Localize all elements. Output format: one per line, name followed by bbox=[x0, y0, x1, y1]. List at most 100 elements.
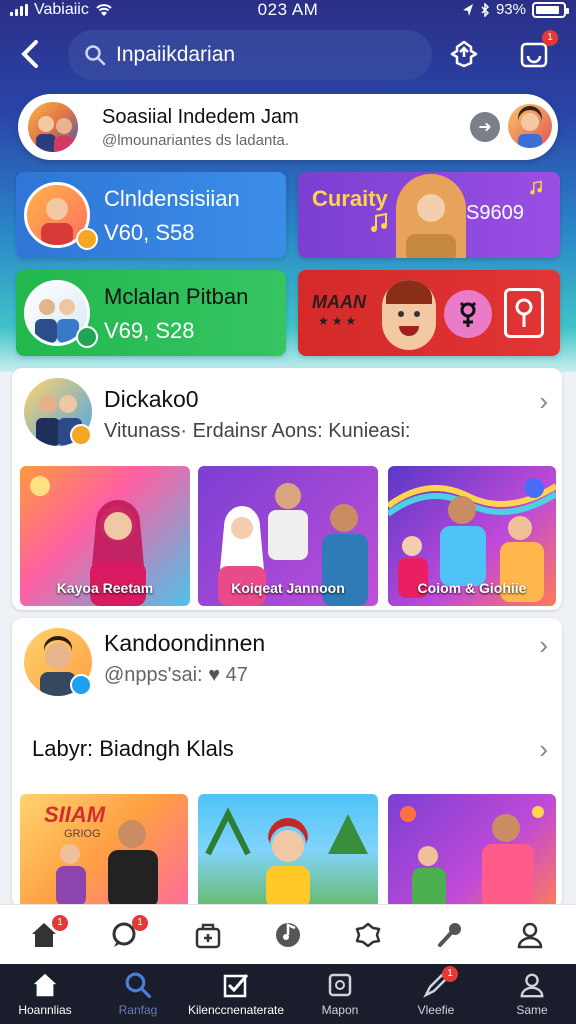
tab-search[interactable]: Ranfag bbox=[88, 970, 188, 1022]
microphone-icon bbox=[438, 923, 461, 947]
music-note-icon bbox=[530, 180, 542, 195]
video-thumbnail[interactable]: Coiom & Giohiie bbox=[388, 466, 556, 606]
share-icon bbox=[450, 40, 478, 68]
battery-percent: 93% bbox=[495, 1, 526, 18]
chevron-right-icon[interactable]: › bbox=[539, 734, 548, 765]
card-title: Dickako0 bbox=[104, 386, 199, 412]
person-image bbox=[382, 280, 436, 350]
notifications-button[interactable]: 1 bbox=[514, 30, 558, 74]
video-thumbnail[interactable] bbox=[198, 794, 378, 908]
thumbnail-subtitle: GRIOG bbox=[64, 828, 101, 840]
music-disc-icon bbox=[276, 923, 300, 947]
map-icon bbox=[328, 973, 352, 997]
content-card[interactable]: Kandoondinnen @npps'sai: ♥ 47 › Labyr: B… bbox=[12, 618, 562, 908]
badge-icon bbox=[76, 326, 98, 348]
back-button[interactable] bbox=[18, 36, 48, 72]
action-bar: 1 1 bbox=[0, 904, 576, 964]
tab-label: Vleefie bbox=[417, 1003, 455, 1017]
video-thumbnail[interactable]: SIIAM GRIOG bbox=[20, 794, 188, 908]
pill-title: Soasiial Indedem Jam bbox=[102, 106, 299, 128]
tab-label: Kilenccnenaterate bbox=[187, 1003, 285, 1017]
chevron-right-icon[interactable]: › bbox=[539, 386, 548, 417]
home-icon bbox=[33, 973, 57, 997]
mic-action-button[interactable] bbox=[432, 917, 468, 953]
search-icon bbox=[85, 45, 106, 66]
music-note-icon bbox=[371, 212, 387, 232]
female-symbol-icon[interactable] bbox=[504, 288, 544, 338]
thumbnail-label: Koiqeat Jannoon bbox=[231, 580, 345, 596]
card-subtitle: Vitunass· Erdainsr Aons: Kunieasi: bbox=[104, 420, 411, 442]
video-thumbnail[interactable]: Kayoa Reetam bbox=[20, 466, 190, 606]
person-image bbox=[396, 174, 466, 258]
badge-icon bbox=[76, 228, 98, 250]
bluetooth-icon bbox=[481, 2, 490, 17]
profile-action-button[interactable] bbox=[512, 917, 548, 953]
verified-icon bbox=[70, 674, 92, 696]
tab-label: Ranfag bbox=[118, 1003, 158, 1017]
section-title: Labyr: Biadngh Klals bbox=[32, 736, 234, 761]
thumbnail-label: Kayoa Reetam bbox=[56, 580, 154, 596]
thumbnail-title: SIIAM bbox=[44, 802, 106, 827]
notification-badge: 1 bbox=[542, 30, 558, 46]
tile-value: S9609 bbox=[466, 202, 524, 224]
tile-value: V60, S58 bbox=[104, 220, 195, 245]
heart-icon: ♥ bbox=[208, 664, 226, 686]
community-icon bbox=[355, 922, 381, 948]
top-nav: 1 bbox=[0, 28, 576, 80]
profile-icon bbox=[520, 973, 544, 998]
tile-red[interactable]: MAAN ★★★ bbox=[298, 270, 560, 356]
tile-blue[interactable]: Clnldensisiian V60, S58 bbox=[16, 172, 286, 258]
chevron-right-icon[interactable]: › bbox=[539, 630, 548, 661]
tile-title: MAAN bbox=[312, 292, 366, 312]
tile-value: V69, S28 bbox=[104, 318, 195, 343]
stars-icon: ★★★ bbox=[318, 314, 360, 328]
bag-action-button[interactable] bbox=[190, 917, 226, 953]
gender-icon[interactable] bbox=[444, 290, 492, 338]
content-card[interactable]: Dickako0 Vitunass· Erdainsr Aons: Kuniea… bbox=[12, 368, 562, 610]
search-bar[interactable] bbox=[68, 30, 432, 80]
tab-label: Mapon bbox=[321, 1003, 359, 1017]
profile-icon bbox=[517, 922, 543, 949]
tab-checklist[interactable]: Kilenccnenaterate bbox=[186, 970, 286, 1022]
tile-green[interactable]: Mclalan Pitban V69, S28 bbox=[16, 270, 286, 356]
chevron-left-icon bbox=[21, 40, 38, 68]
forward-button[interactable]: ➜ bbox=[470, 112, 500, 142]
tab-map[interactable]: Mapon bbox=[290, 970, 390, 1022]
search-input[interactable] bbox=[116, 43, 406, 67]
thumbnail-label: Coiom & Giohiie bbox=[417, 580, 527, 596]
card-handle: @npps'sai: ♥ 47 bbox=[104, 664, 248, 687]
chat-action-button[interactable]: 1 bbox=[106, 915, 148, 953]
tile-purple[interactable]: Curaity S9609 bbox=[298, 172, 560, 258]
location-icon bbox=[462, 3, 473, 16]
arrow-right-icon: ➜ bbox=[478, 119, 492, 136]
home-badge: 1 bbox=[52, 915, 68, 931]
tab-label: Hoannlias bbox=[18, 1003, 72, 1017]
home-action-button[interactable]: 1 bbox=[26, 915, 68, 953]
chat-badge: 1 bbox=[132, 915, 148, 931]
share-button[interactable] bbox=[444, 34, 484, 74]
handle: @npps'sai: bbox=[104, 664, 203, 686]
video-thumbnail[interactable]: Koiqeat Jannoon bbox=[198, 466, 378, 606]
checkbox-icon bbox=[223, 974, 249, 998]
avatar bbox=[26, 100, 80, 154]
avatar[interactable] bbox=[508, 104, 552, 148]
community-action-button[interactable] bbox=[350, 917, 386, 953]
battery-icon bbox=[532, 1, 569, 18]
video-thumbnail[interactable] bbox=[388, 794, 556, 908]
tile-title: Curaity bbox=[312, 186, 388, 211]
music-action-button[interactable] bbox=[270, 917, 306, 953]
tab-edit[interactable]: 1 Vleefie bbox=[386, 966, 486, 1022]
tab-bar: Hoannlias Ranfag Kilenccnenaterate Mapon… bbox=[0, 964, 576, 1024]
tab-label: Same bbox=[516, 1003, 548, 1017]
tab-badge: 1 bbox=[442, 966, 458, 982]
card-title: Kandoondinnen bbox=[104, 630, 266, 656]
tab-profile[interactable]: Same bbox=[482, 970, 576, 1022]
badge-icon bbox=[70, 424, 92, 446]
featured-profile-pill[interactable]: Soasiial Indedem Jam @lmounariantes ds l… bbox=[18, 94, 558, 160]
status-bar: Vabiaiic 023 AM 93% bbox=[0, 0, 576, 22]
likes-count: 47 bbox=[225, 664, 248, 686]
tab-home[interactable]: Hoannlias bbox=[0, 970, 95, 1022]
bag-icon bbox=[195, 923, 221, 949]
tile-title: Mclalan Pitban bbox=[104, 284, 249, 309]
tile-title: Clnldensisiian bbox=[104, 186, 240, 211]
